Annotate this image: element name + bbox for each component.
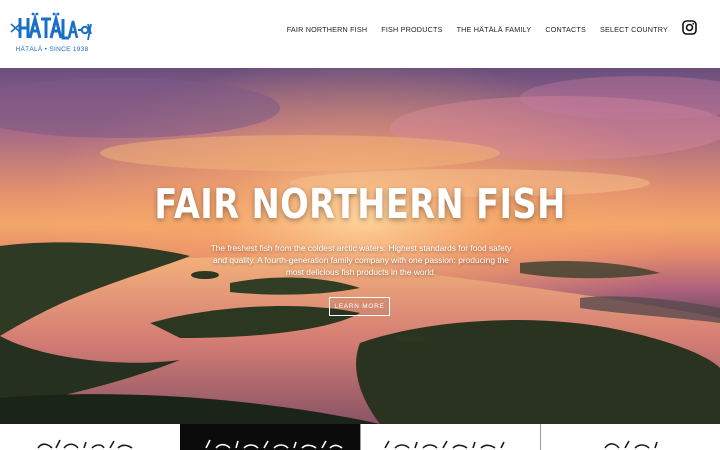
instagram-icon[interactable] <box>682 20 697 35</box>
hero-title: FAIR NORTHERN FISH <box>154 180 566 228</box>
main-nav: FAIR NORTHERN FISH FISH PRODUCTS THE HÄT… <box>287 0 668 58</box>
nav-item-fair-northern-fish[interactable]: FAIR NORTHERN FISH <box>287 25 368 34</box>
feature-tile-4[interactable] <box>540 424 720 450</box>
feature-tiles <box>0 424 720 450</box>
nav-item-the-hatala-family[interactable]: THE HÄTÄLÄ FAMILY <box>457 25 532 34</box>
handwritten-heading-graphic <box>384 440 505 449</box>
hatala-logo[interactable]: HÄTÄLÄ • SINCE 1938 <box>8 8 92 58</box>
logo-tagline: HÄTÄLÄ • SINCE 1938 <box>15 46 89 53</box>
feature-tile-3[interactable] <box>360 424 540 450</box>
feature-tile-2[interactable] <box>180 424 360 450</box>
hero-description: The freshest fish from the coldest arcti… <box>210 243 512 277</box>
logo-mark <box>10 12 92 41</box>
learn-more-button[interactable]: LEARN MORE <box>329 297 390 316</box>
nav-item-fish-products[interactable]: FISH PRODUCTS <box>381 25 442 34</box>
feature-tile-1[interactable] <box>0 424 180 450</box>
nav-item-contacts[interactable]: CONTACTS <box>545 25 586 34</box>
handwritten-heading-graphic <box>205 439 343 449</box>
hero-banner: FAIR NORTHERN FISH The freshest fish fro… <box>0 68 720 424</box>
handwritten-heading-graphic <box>37 439 133 449</box>
site-header: HÄTÄLÄ • SINCE 1938 FAIR NORTHERN FISH F… <box>0 0 720 68</box>
nav-item-select-country[interactable]: SELECT COUNTRY <box>600 25 668 34</box>
handwritten-heading-graphic <box>604 440 658 449</box>
